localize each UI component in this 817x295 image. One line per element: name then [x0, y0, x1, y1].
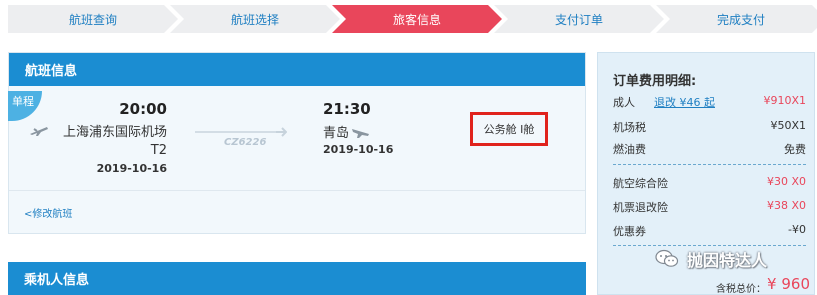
booking-progress-steps: 航班查询 航班选择 旅客信息 支付订单 完成支付	[0, 0, 817, 36]
fee-value: ¥30 X0	[766, 175, 806, 188]
cabin-class-label: 公务舱 I舱	[483, 123, 535, 136]
divider	[9, 190, 585, 191]
fee-value: -¥0	[788, 223, 806, 236]
departure-terminal: T2	[150, 143, 167, 158]
fee-value: ¥910X1	[763, 94, 806, 107]
passenger-info-header: 乘机人信息	[8, 262, 586, 295]
departure-date: 2019-10-16	[96, 162, 167, 175]
fee-label: 航空综合险	[613, 177, 668, 190]
flight-route-line	[195, 131, 283, 133]
watermark: 抛因特达人	[655, 248, 813, 270]
arrow-right-icon	[275, 126, 288, 138]
flight-info-header: 航班信息	[9, 53, 585, 86]
step-label: 支付订单	[554, 12, 603, 27]
passenger-info-title: 乘机人信息	[24, 273, 90, 288]
step-label: 航班查询	[68, 12, 117, 27]
step-flight-search[interactable]: 航班查询	[8, 5, 178, 33]
flight-info-title: 航班信息	[25, 64, 78, 79]
step-flight-select[interactable]: 航班选择	[170, 5, 340, 33]
one-way-badge-label: 单程	[12, 95, 34, 108]
fee-label: 优惠券	[613, 225, 646, 238]
fee-value: 免费	[784, 143, 806, 156]
departure-airport: 上海浦东国际机场	[62, 125, 167, 140]
fee-label: 成人	[613, 96, 635, 109]
step-payment-complete[interactable]: 完成支付	[656, 5, 817, 33]
plane-takeoff-icon	[29, 123, 49, 137]
watermark-text: 抛因特达人	[687, 251, 768, 270]
fee-label: 机场税	[613, 121, 646, 134]
fee-label: 燃油费	[613, 143, 646, 156]
arrival-city: 青岛	[323, 126, 350, 141]
plane-landing-icon	[351, 125, 371, 139]
fee-row-flight-insurance: 航空综合险 ¥30 X0	[613, 175, 806, 191]
step-label: 旅客信息	[392, 12, 441, 27]
fee-row-adult: 成人 退改 ¥46 起 ¥910X1	[613, 94, 806, 110]
total-price-label: 含税总价：	[716, 284, 766, 295]
fee-label: 机票退改险	[613, 201, 668, 214]
arrival-time: 21:30	[323, 100, 371, 118]
refund-change-link[interactable]: 退改 ¥46 起	[654, 94, 715, 110]
flight-info-panel: 航班信息 单程 20:00 上海浦东国际机场 T2 2019-10-16 CZ6…	[8, 52, 586, 234]
divider	[613, 245, 806, 246]
modify-flight-link[interactable]: <修改航班	[24, 205, 72, 220]
step-pay-order[interactable]: 支付订单	[494, 5, 664, 33]
arrival-date: 2019-10-16	[323, 143, 394, 156]
cabin-class: 公务舱 I舱	[470, 112, 548, 146]
fee-row-refund-insurance: 机票退改险 ¥38 X0	[613, 199, 806, 215]
step-label: 航班选择	[230, 12, 279, 27]
departure-time: 20:00	[119, 100, 167, 118]
fee-value: ¥50X1	[770, 119, 806, 132]
one-way-badge: 单程	[8, 91, 42, 121]
fee-row-fuel: 燃油费 免费	[613, 141, 806, 157]
step-label: 完成支付	[716, 12, 765, 27]
fee-summary-title: 订单费用明细:	[613, 74, 697, 89]
divider	[613, 164, 806, 165]
fee-value: ¥38 X0	[766, 199, 806, 212]
total-price-value: ¥ 960	[767, 275, 810, 293]
wechat-icon	[655, 249, 679, 269]
total-price: 含税总价： ¥ 960	[716, 275, 810, 295]
fee-row-airport-tax: 机场税 ¥50X1	[613, 119, 806, 135]
fee-row-coupon: 优惠券 -¥0	[613, 223, 806, 239]
step-passenger-info[interactable]: 旅客信息	[332, 5, 502, 33]
flight-number: CZ6226	[224, 137, 267, 148]
